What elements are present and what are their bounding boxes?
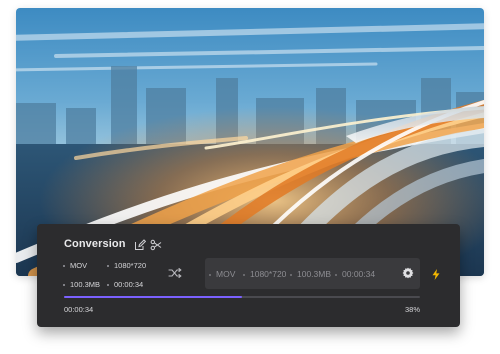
panel-title: Conversion xyxy=(64,238,126,250)
progress-percent: 38% xyxy=(404,305,420,314)
source-format: MOV xyxy=(63,261,87,270)
output-resolution: 1080*720 xyxy=(243,269,286,279)
progress-bar xyxy=(64,296,420,298)
gear-icon[interactable] xyxy=(402,267,414,279)
output-settings-box[interactable]: MOV 1080*720 100.3MB 00:00:34 xyxy=(205,258,420,289)
app-window: Conversion MOV 1080*720 100.3MB 00:00:34 xyxy=(0,0,500,354)
output-duration: 00:00:34 xyxy=(335,269,375,279)
output-format: MOV xyxy=(209,269,235,279)
elapsed-time: 00:00:34 xyxy=(64,305,94,314)
source-duration: 00:00:34 xyxy=(107,280,143,289)
scissors-icon[interactable] xyxy=(150,239,162,251)
output-size: 100.3MB xyxy=(290,269,331,279)
progress-fill xyxy=(64,296,242,298)
shuffle-icon xyxy=(168,267,182,279)
source-size: 100.3MB xyxy=(63,280,100,289)
conversion-panel: Conversion MOV 1080*720 100.3MB 00:00:34 xyxy=(37,224,460,327)
lightning-icon[interactable] xyxy=(432,269,440,280)
source-resolution: 1080*720 xyxy=(107,261,146,270)
edit-icon[interactable] xyxy=(134,239,146,251)
